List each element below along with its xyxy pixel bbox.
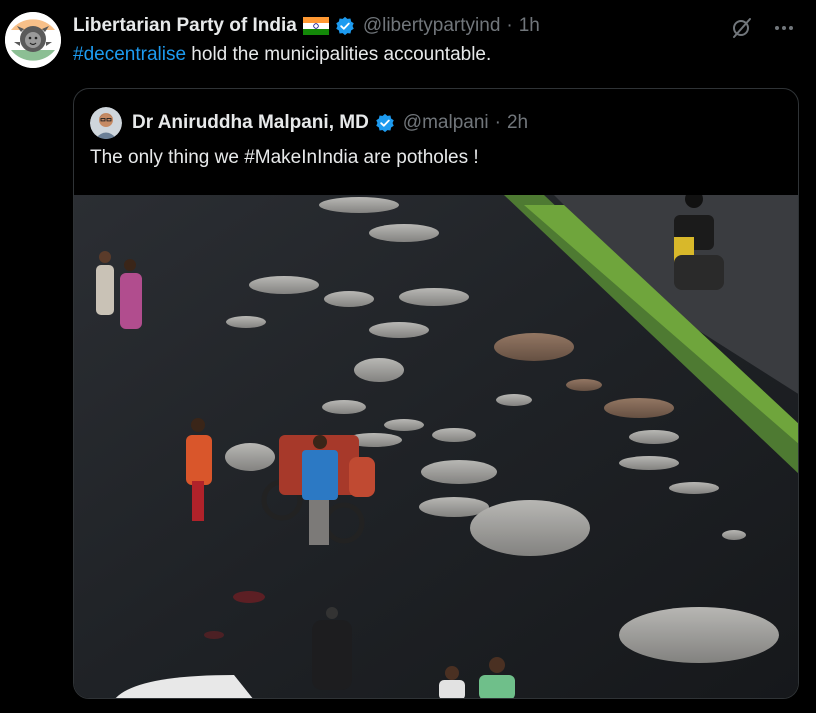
quote-author-handle[interactable]: @malpani xyxy=(403,112,489,134)
hashtag-link[interactable]: #decentralise xyxy=(73,44,186,65)
tweet-card[interactable]: Libertarian Party of India @libertyparty… xyxy=(0,0,816,713)
pothole-road-photo xyxy=(74,195,798,698)
verified-badge-icon[interactable] xyxy=(335,16,355,36)
more-options-icon[interactable] xyxy=(772,16,796,40)
author-avatar[interactable] xyxy=(5,12,61,68)
verified-badge-icon[interactable] xyxy=(375,113,395,133)
quoted-tweet[interactable]: Dr Aniruddha Malpani, MD @malpani · 2h T… xyxy=(73,88,799,699)
quote-timestamp[interactable]: 2h xyxy=(507,112,528,134)
quote-text: The only thing we #MakeInIndia are potho… xyxy=(90,147,479,168)
grok-icon[interactable] xyxy=(730,16,754,40)
tweet-body-text: hold the municipalities accountable. xyxy=(186,44,492,65)
quote-author-name[interactable]: Dr Aniruddha Malpani, MD xyxy=(132,112,369,134)
separator-dot: · xyxy=(494,112,501,133)
tweet-timestamp[interactable]: 1h xyxy=(519,15,540,37)
tweet-text: #decentralise hold the municipalities ac… xyxy=(73,44,491,66)
author-handle[interactable]: @libertypartyind xyxy=(363,15,501,37)
tweet-actions xyxy=(730,16,796,40)
author-name[interactable]: Libertarian Party of India xyxy=(73,15,297,37)
india-flag-icon xyxy=(302,17,329,35)
lion-logo-icon xyxy=(5,12,61,68)
separator-dot: · xyxy=(506,15,513,36)
quote-media-image[interactable] xyxy=(74,195,798,698)
quote-header: Dr Aniruddha Malpani, MD @malpani · 2h xyxy=(90,107,528,139)
tweet-header: Libertarian Party of India @libertyparty… xyxy=(73,14,540,38)
quote-author-avatar[interactable] xyxy=(90,107,122,139)
